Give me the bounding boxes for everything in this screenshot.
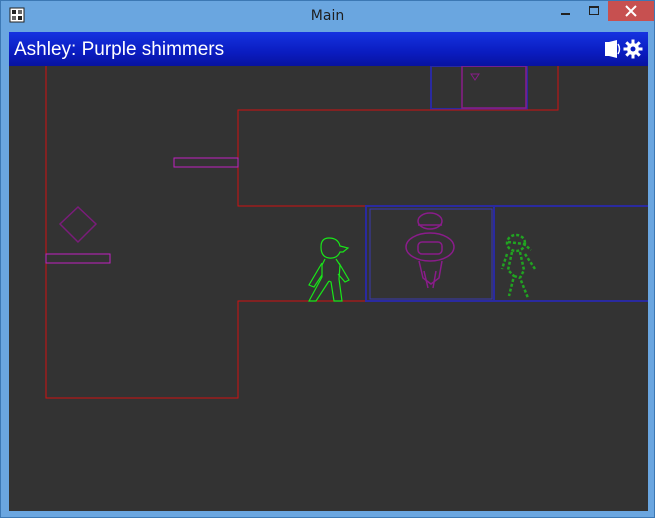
- upper-portal: [430, 66, 528, 110]
- platform-lower: [45, 253, 111, 264]
- settings-gear-icon[interactable]: [623, 39, 643, 59]
- green-ghost-figure[interactable]: [500, 233, 537, 299]
- minimize-icon: [561, 13, 570, 15]
- close-button[interactable]: [608, 1, 654, 21]
- close-icon: [625, 5, 637, 17]
- status-message: Ashley: Purple shimmers: [14, 39, 225, 60]
- app-window: Main Ashley: Purple shimmers: [0, 0, 655, 518]
- player-character[interactable]: [307, 237, 350, 302]
- client-area: Ashley: Purple shimmers: [9, 32, 648, 511]
- game-viewport[interactable]: [9, 66, 648, 511]
- diamond-crystal: [58, 205, 98, 244]
- sound-icon[interactable]: [604, 39, 622, 59]
- purple-shimmer-figure[interactable]: [405, 212, 455, 289]
- window-titlebar[interactable]: Main: [1, 1, 654, 31]
- maximize-icon: [589, 6, 599, 15]
- maximize-button[interactable]: [580, 1, 608, 21]
- level-walls: [45, 66, 559, 399]
- status-header: Ashley: Purple shimmers: [9, 32, 648, 66]
- platform-upper: [173, 157, 239, 168]
- minimize-button[interactable]: [552, 1, 580, 21]
